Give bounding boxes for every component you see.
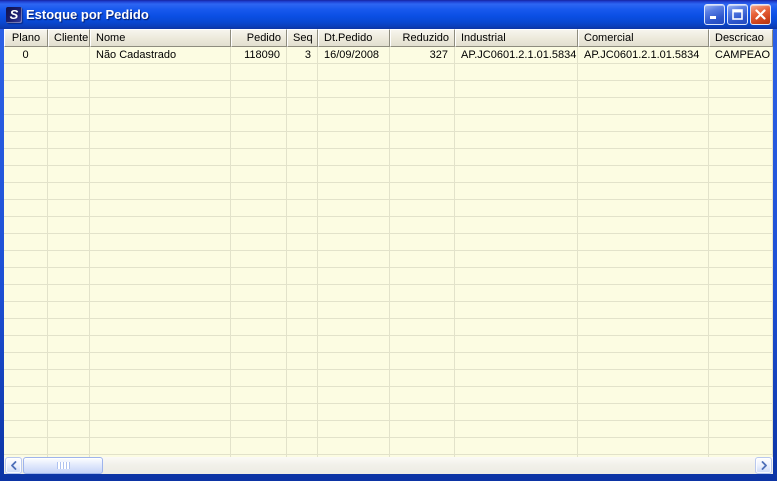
app-window: S Estoque por Pedido PlanoCl — [0, 0, 777, 481]
data-grid: PlanoClienteNomePedidoSeqDt.PedidoReduzi… — [4, 29, 773, 457]
chevron-left-icon — [10, 461, 18, 470]
header-cell-dt-pedido[interactable]: Dt.Pedido — [318, 29, 390, 47]
grid-column-line — [772, 64, 773, 457]
app-icon: S — [6, 7, 22, 23]
minimize-icon — [709, 9, 720, 20]
grid-column-line — [47, 64, 48, 457]
grid-column-line — [317, 64, 318, 457]
maximize-icon — [732, 9, 743, 20]
scroll-thumb-grip — [57, 462, 70, 469]
header-cell-descricao[interactable]: Descricao — [709, 29, 773, 47]
header-cell-comercial[interactable]: Comercial — [578, 29, 709, 47]
grid-column-line — [89, 64, 90, 457]
grid-cell[interactable]: 0 — [4, 47, 48, 64]
scroll-thumb[interactable] — [23, 457, 103, 474]
window-controls — [704, 4, 771, 25]
grid-client-area: PlanoClienteNomePedidoSeqDt.PedidoReduzi… — [4, 29, 773, 474]
grid-column-line — [454, 64, 455, 457]
grid-cell[interactable]: AP.JC0601.2.1.01.5834 — [455, 47, 578, 64]
header-cell-pedido[interactable]: Pedido — [231, 29, 287, 47]
header-cell-seq[interactable]: Seq — [287, 29, 318, 47]
header-cell-plano[interactable]: Plano — [4, 29, 48, 47]
close-icon — [755, 9, 766, 20]
grid-header-row: PlanoClienteNomePedidoSeqDt.PedidoReduzi… — [4, 29, 773, 47]
header-cell-industrial[interactable]: Industrial — [455, 29, 578, 47]
header-cell-nome[interactable]: Nome — [90, 29, 231, 47]
minimize-button[interactable] — [704, 4, 725, 25]
header-cell-cliente[interactable]: Cliente — [48, 29, 90, 47]
grid-cell[interactable]: AP.JC0601.2.1.01.5834 — [578, 47, 709, 64]
grid-cell[interactable] — [48, 47, 90, 64]
grid-cell[interactable]: 16/09/2008 — [318, 47, 390, 64]
scroll-left-button[interactable] — [5, 457, 22, 474]
grid-column-line — [230, 64, 231, 457]
grid-rows: 0Não Cadastrado118090316/09/2008327AP.JC… — [4, 47, 773, 64]
scroll-right-button[interactable] — [755, 457, 772, 474]
chevron-right-icon — [760, 461, 768, 470]
horizontal-scrollbar[interactable] — [4, 457, 773, 474]
grid-column-line — [577, 64, 578, 457]
close-button[interactable] — [750, 4, 771, 25]
grid-column-line — [286, 64, 287, 457]
grid-empty-area — [4, 64, 773, 457]
grid-column-line — [708, 64, 709, 457]
title-bar[interactable]: S Estoque por Pedido — [0, 0, 777, 29]
table-row[interactable]: 0Não Cadastrado118090316/09/2008327AP.JC… — [4, 47, 773, 64]
grid-cell[interactable]: CAMPEAO — [709, 47, 773, 64]
grid-cell[interactable]: 118090 — [231, 47, 287, 64]
grid-cell[interactable]: 327 — [390, 47, 455, 64]
window-title: Estoque por Pedido — [26, 7, 149, 22]
maximize-button[interactable] — [727, 4, 748, 25]
header-cell-reduzido[interactable]: Reduzido — [390, 29, 455, 47]
grid-column-line — [389, 64, 390, 457]
grid-cell[interactable]: 3 — [287, 47, 318, 64]
grid-cell[interactable]: Não Cadastrado — [90, 47, 231, 64]
